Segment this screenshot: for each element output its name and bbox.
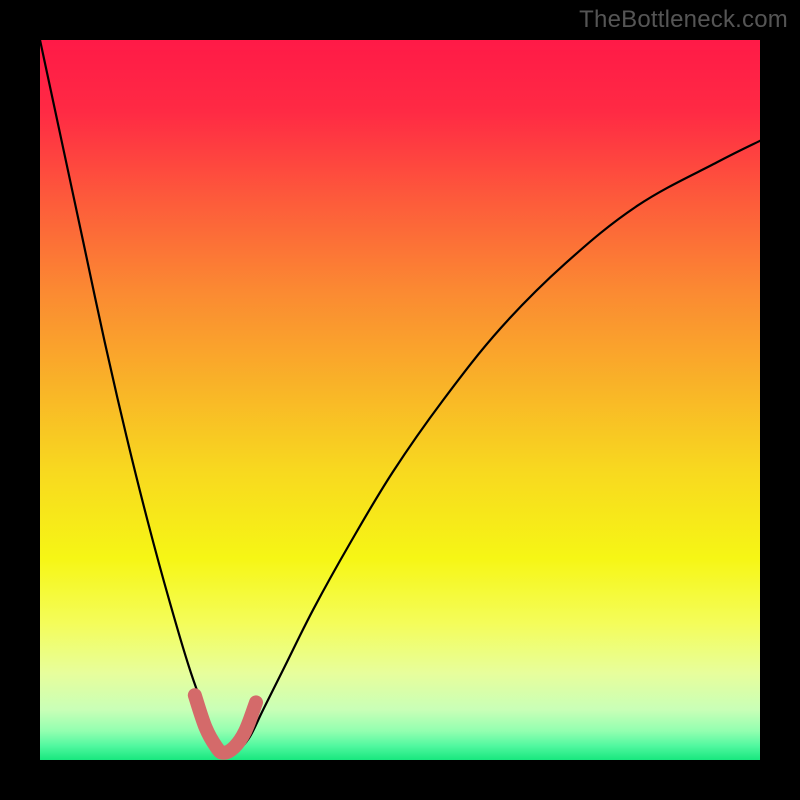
plot-area [40,40,760,760]
watermark: TheBottleneck.com [579,6,788,34]
bottleneck-curve-svg [40,40,760,760]
bottleneck-curve [40,40,760,755]
bottom-highlight [195,695,256,753]
chart-frame: TheBottleneck.com [0,0,800,800]
